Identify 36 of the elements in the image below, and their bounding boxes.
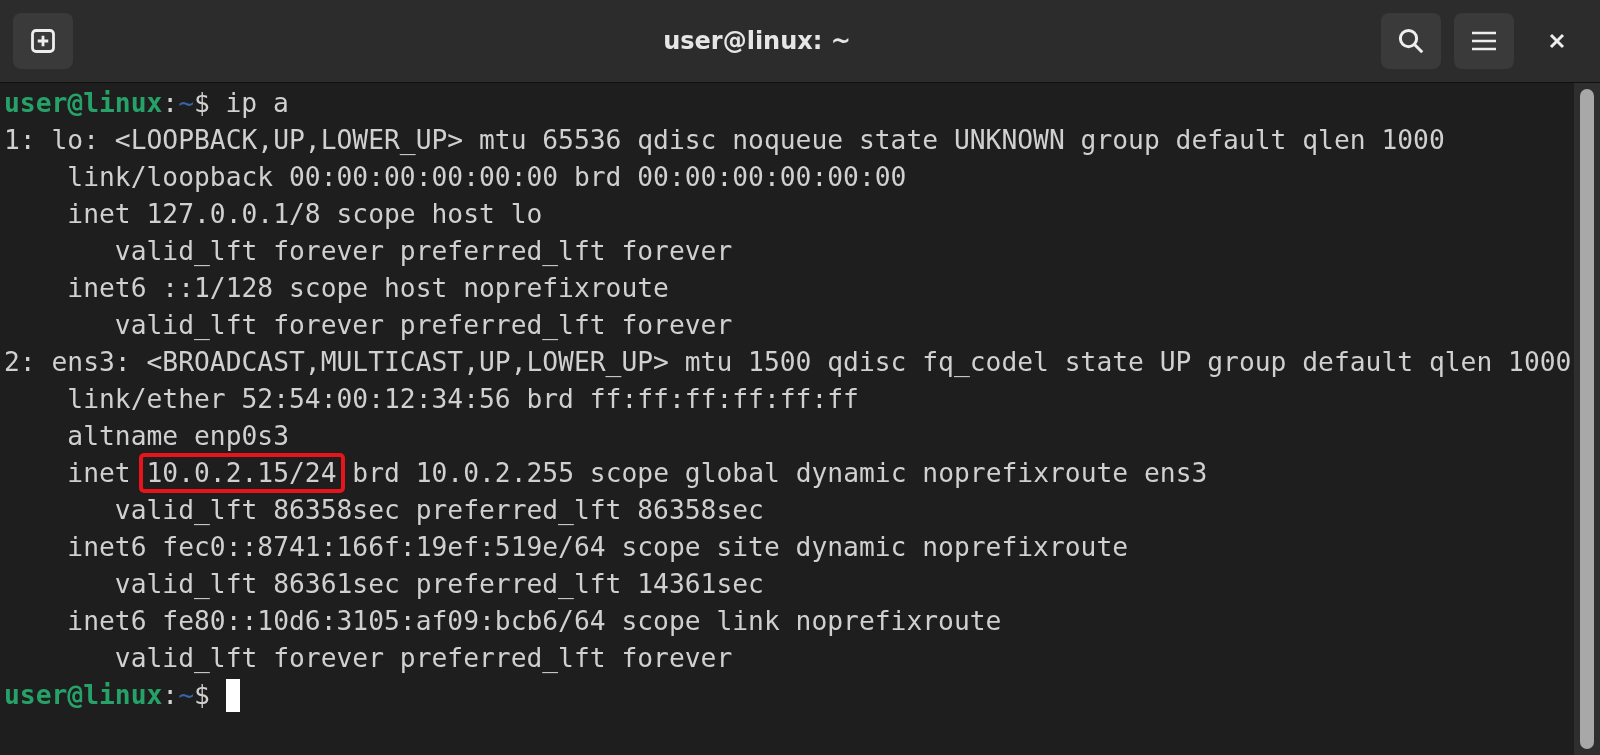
output-text: inet (66, 458, 131, 488)
output-line: valid_lft forever preferred_lft forever (113, 642, 734, 675)
prompt-user: user@linux (4, 86, 163, 120)
prompt-symbol: $ (194, 678, 210, 712)
output-line: inet 127.0.0.1/8 scope host lo (66, 198, 544, 231)
menu-icon (1471, 30, 1497, 52)
prompt-path: ~ (178, 86, 194, 120)
output-line: valid_lft 86361sec preferred_lft 14361sec (113, 568, 765, 601)
output-line: link/loopback 00:00:00:00:00:00 brd 00:00:00:00:00:00 (66, 161, 908, 194)
prompt-user: user@linux (4, 678, 163, 712)
output-line: inet6 ::1/128 scope host noprefixroute (66, 272, 670, 305)
output-line: link/ether 52:54:00:12:34:56 brd ff:ff:ff:ff:ff:ff (66, 383, 860, 416)
output-line: 1: lo: <LOOPBACK,UP,LOWER_UP> mtu 65536 qdisc noqueue state UNKNOWN group default qlen 1000 (4, 124, 1446, 157)
prompt-path: ~ (178, 678, 194, 712)
output-line: 2: ens3: <BROADCAST,MULTICAST,UP,LOWER_UP> mtu 1500 qdisc fq_codel state UP group default qlen 1000 (4, 346, 1573, 379)
output-line: inet6 fec0::8741:166f:19ef:519e/64 scope site dynamic noprefixroute (66, 531, 1130, 564)
highlighted-text: 10.0.2.15/24 (138, 453, 345, 493)
close-icon (1549, 33, 1565, 49)
prompt-symbol: $ (194, 86, 210, 120)
plus-icon (29, 27, 57, 55)
search-icon (1396, 26, 1426, 56)
window-title: user@linux: ~ (662, 26, 851, 57)
output-text: brd 10.0.2.255 scope global dynamic noprefixroute ens3 (352, 458, 1208, 488)
scrollbar[interactable] (1574, 83, 1600, 755)
output-line: valid_lft 86358sec preferred_lft 86358sec (113, 494, 765, 527)
output-line: altname enp0s3 (66, 420, 290, 453)
output-line: inet6 fe80::10d6:3105:af09:bcb6/64 scope link noprefixroute (66, 605, 1003, 638)
new-tab-button[interactable] (13, 13, 73, 69)
scrollbar-thumb[interactable] (1580, 89, 1594, 749)
output-line: valid_lft forever preferred_lft forever (113, 235, 734, 268)
menu-button[interactable] (1454, 13, 1514, 69)
prompt-separator: : (162, 678, 179, 712)
output-line: valid_lft forever preferred_lft forever (113, 309, 734, 342)
command-text: ip a (225, 86, 289, 120)
prompt-separator: : (162, 86, 179, 120)
search-button[interactable] (1381, 13, 1441, 69)
